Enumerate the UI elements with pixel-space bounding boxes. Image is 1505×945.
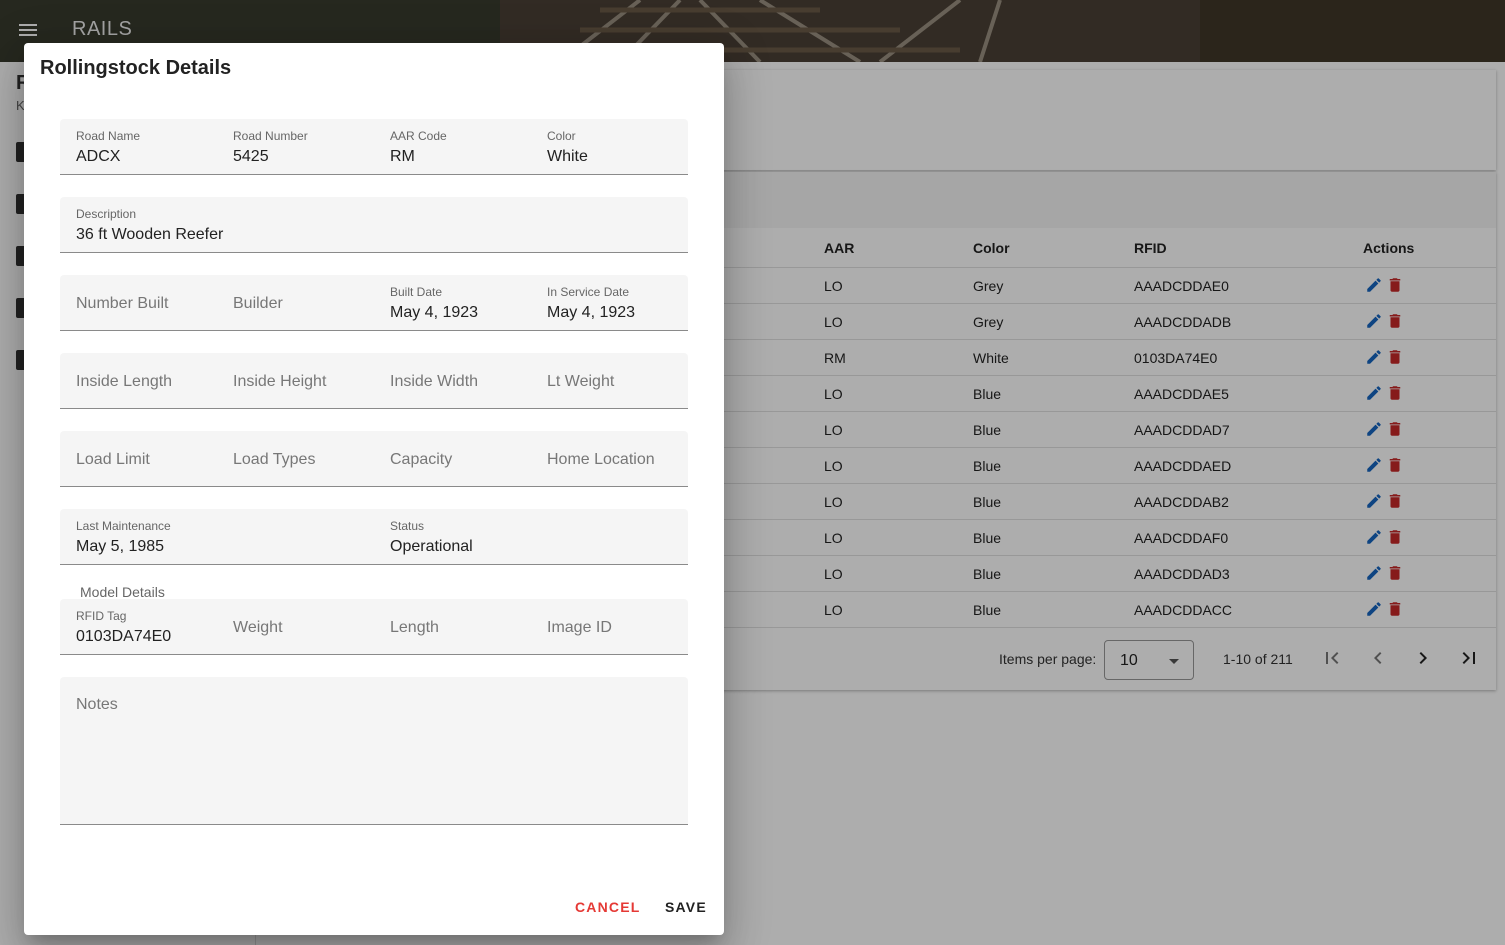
builder-placeholder: Builder bbox=[233, 295, 283, 312]
save-button[interactable]: SAVE bbox=[665, 899, 707, 915]
image-id-field[interactable]: Image ID bbox=[531, 599, 688, 654]
description-label: Description bbox=[76, 207, 137, 221]
number-built-field[interactable]: Number Built bbox=[60, 275, 217, 330]
rfid-tag-field[interactable]: RFID Tag 0103DA74E0 bbox=[60, 599, 217, 654]
length-placeholder: Length bbox=[390, 619, 439, 636]
form-row: Description 36 ft Wooden Reefer bbox=[60, 197, 688, 253]
home-location-placeholder: Home Location bbox=[547, 451, 655, 468]
color-field[interactable]: Color White bbox=[531, 119, 688, 174]
color-value: White bbox=[547, 148, 588, 165]
form-row: RFID Tag 0103DA74E0 Weight Length Image … bbox=[60, 599, 688, 655]
built-date-field[interactable]: Built Date May 4, 1923 bbox=[374, 275, 531, 330]
description-value: 36 ft Wooden Reefer bbox=[76, 226, 224, 243]
weight-field[interactable]: Weight bbox=[217, 599, 374, 654]
form-row: Road Name ADCX Road Number 5425 AAR Code… bbox=[60, 119, 688, 175]
home-location-field[interactable]: Home Location bbox=[531, 431, 688, 486]
load-limit-field[interactable]: Load Limit bbox=[60, 431, 217, 486]
length-field[interactable]: Length bbox=[374, 599, 531, 654]
load-limit-placeholder: Load Limit bbox=[76, 451, 150, 468]
road-name-label: Road Name bbox=[76, 129, 141, 143]
number-built-placeholder: Number Built bbox=[76, 295, 169, 312]
load-types-field[interactable]: Load Types bbox=[217, 431, 374, 486]
form-row: Inside Length Inside Height Inside Width… bbox=[60, 353, 688, 409]
weight-placeholder: Weight bbox=[233, 619, 283, 636]
inside-height-placeholder: Inside Height bbox=[233, 373, 327, 390]
aar-code-value: RM bbox=[390, 148, 415, 165]
in-service-date-value: May 4, 1923 bbox=[547, 304, 636, 321]
road-number-field[interactable]: Road Number 5425 bbox=[217, 119, 374, 174]
image-id-placeholder: Image ID bbox=[547, 619, 612, 636]
rollingstock-details-dialog: Rollingstock Details Road Name ADCX Road… bbox=[24, 43, 724, 935]
inside-width-field[interactable]: Inside Width bbox=[374, 353, 531, 408]
rfid-tag-label: RFID Tag bbox=[76, 609, 127, 623]
notes-placeholder: Notes bbox=[76, 696, 118, 713]
road-number-label: Road Number bbox=[233, 129, 308, 143]
form-row: Load Limit Load Types Capacity Home Loca… bbox=[60, 431, 688, 487]
model-details-label: Model Details bbox=[80, 584, 165, 600]
last-maintenance-label: Last Maintenance bbox=[76, 519, 171, 533]
inside-height-field[interactable]: Inside Height bbox=[217, 353, 374, 408]
in-service-date-label: In Service Date bbox=[547, 285, 630, 299]
road-name-value: ADCX bbox=[76, 148, 121, 165]
cancel-button[interactable]: CANCEL bbox=[575, 899, 641, 915]
dialog-title: Rollingstock Details bbox=[40, 57, 232, 79]
built-date-label: Built Date bbox=[390, 285, 443, 299]
inside-width-placeholder: Inside Width bbox=[390, 373, 479, 390]
aar-code-field[interactable]: AAR Code RM bbox=[374, 119, 531, 174]
load-types-placeholder: Load Types bbox=[233, 451, 316, 468]
capacity-placeholder: Capacity bbox=[390, 451, 453, 468]
status-select[interactable]: Status Operational bbox=[374, 509, 688, 564]
in-service-date-field[interactable]: In Service Date May 4, 1923 bbox=[531, 275, 688, 330]
notes-textarea[interactable]: Notes bbox=[60, 677, 688, 825]
lt-weight-field[interactable]: Lt Weight bbox=[531, 353, 688, 408]
lt-weight-placeholder: Lt Weight bbox=[547, 373, 615, 390]
rfid-tag-value: 0103DA74E0 bbox=[76, 628, 172, 645]
road-number-value: 5425 bbox=[233, 148, 269, 165]
road-name-field[interactable]: Road Name ADCX bbox=[60, 119, 217, 174]
color-label: Color bbox=[547, 129, 576, 143]
built-date-value: May 4, 1923 bbox=[390, 304, 479, 321]
inside-length-placeholder: Inside Length bbox=[76, 373, 173, 390]
form-row: Last Maintenance May 5, 1985 Status Oper… bbox=[60, 509, 688, 565]
inside-length-field[interactable]: Inside Length bbox=[60, 353, 217, 408]
capacity-field[interactable]: Capacity bbox=[374, 431, 531, 486]
aar-code-label: AAR Code bbox=[390, 129, 447, 143]
description-field[interactable]: Description 36 ft Wooden Reefer bbox=[60, 197, 688, 252]
last-maintenance-field[interactable]: Last Maintenance May 5, 1985 bbox=[60, 509, 374, 564]
builder-field[interactable]: Builder bbox=[217, 275, 374, 330]
form-row: Number Built Builder Built Date May 4, 1… bbox=[60, 275, 688, 331]
last-maintenance-value: May 5, 1985 bbox=[76, 538, 165, 555]
status-value: Operational bbox=[390, 538, 473, 555]
status-label: Status bbox=[390, 519, 425, 533]
